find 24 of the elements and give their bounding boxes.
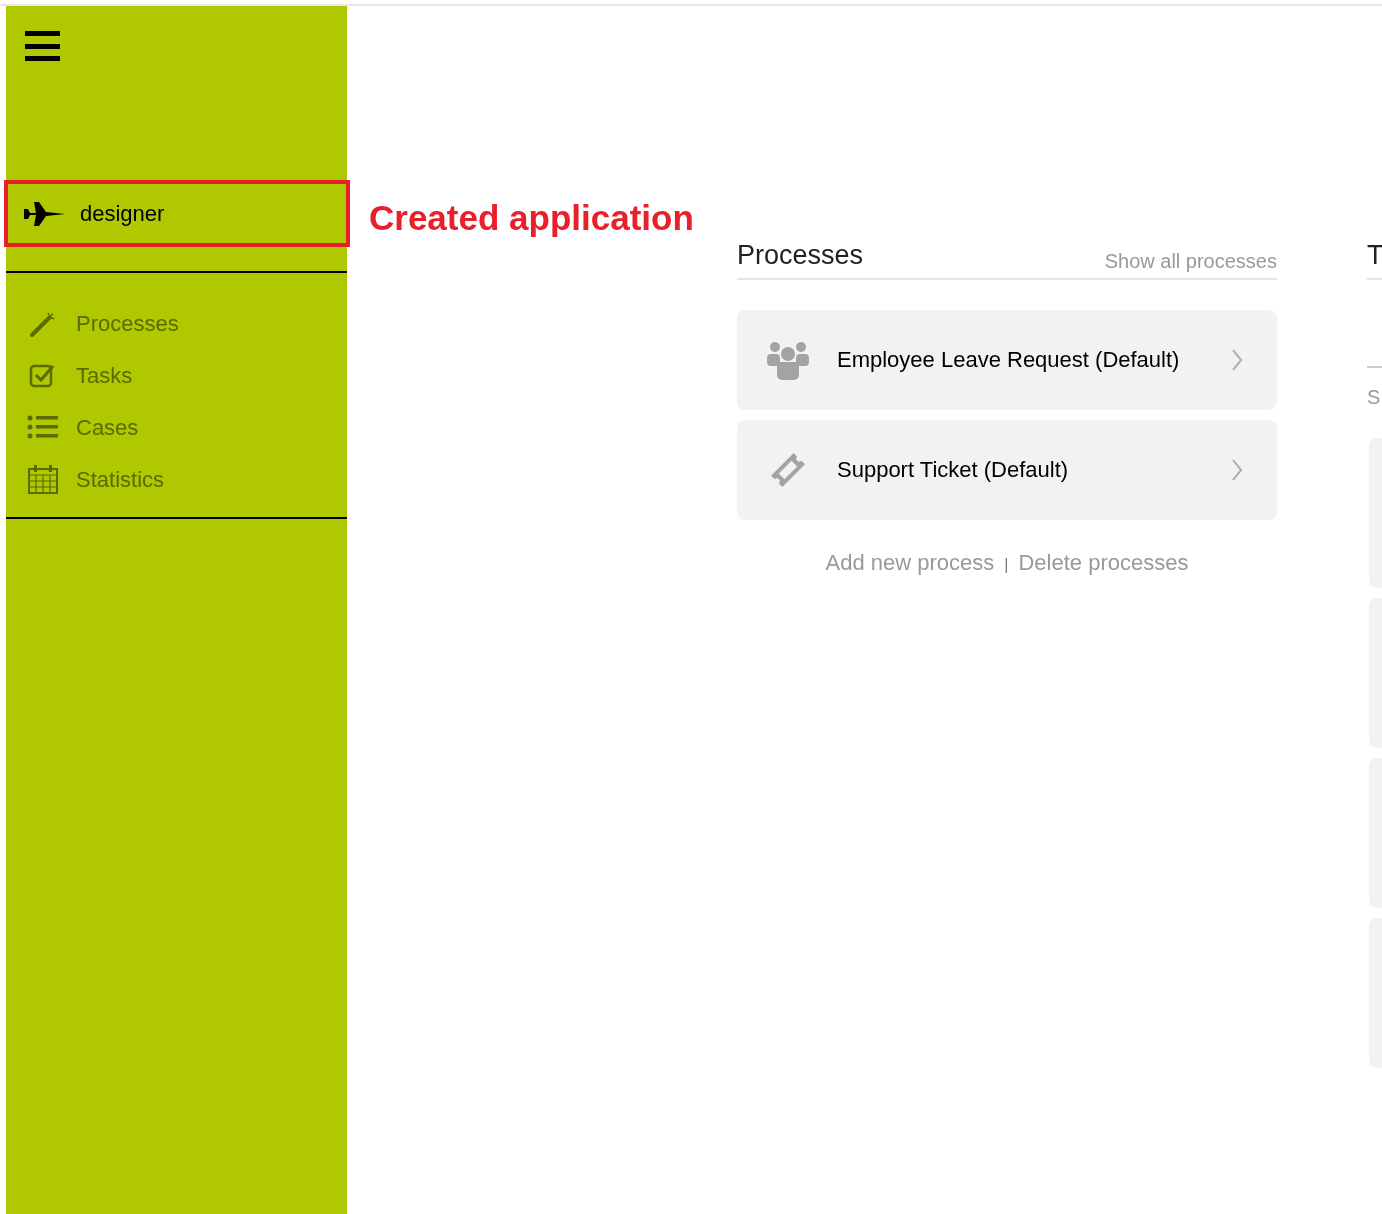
list-icon xyxy=(27,414,59,440)
nav-item[interactable]: Tasks xyxy=(76,358,133,392)
show-all-link[interactable]: Show all processes xyxy=(1104,245,1277,276)
link-separator: | xyxy=(1004,555,1009,575)
users-icon xyxy=(766,339,810,380)
process-card[interactable]: Employee Leave Request (Default) xyxy=(737,309,1277,410)
chevron-icon xyxy=(1231,347,1243,372)
section-title: Processes xyxy=(737,239,864,272)
app-name: designer xyxy=(80,200,165,228)
delete-processes-link[interactable]: Delete processes xyxy=(1018,545,1189,579)
add-process-link[interactable]: Add new process xyxy=(825,545,995,579)
process-name: Employee Leave Request (Default) xyxy=(837,346,1181,374)
column-text: S xyxy=(1367,385,1381,408)
nav-item[interactable]: Statistics xyxy=(76,462,165,496)
process-card[interactable]: Support Ticket (Default) xyxy=(737,419,1277,520)
menu-icon[interactable] xyxy=(25,30,61,62)
calendar-icon xyxy=(27,463,59,495)
chevron-icon xyxy=(1231,457,1243,482)
process-name: Support Ticket (Default) xyxy=(837,456,1070,484)
annotation: Created application xyxy=(369,198,694,237)
app-entry[interactable]: designer xyxy=(4,180,350,247)
column-title: T xyxy=(1367,240,1382,270)
nav-item[interactable]: Cases xyxy=(76,410,139,444)
nav-item[interactable]: Processes xyxy=(76,306,179,340)
